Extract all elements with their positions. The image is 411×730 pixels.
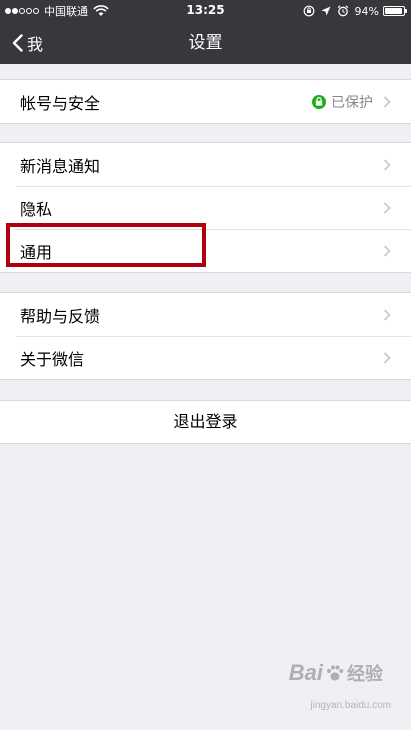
paw-icon [327,665,344,681]
watermark-url: jingyan.baidu.com [310,700,391,711]
chevron-right-icon [383,201,391,214]
alarm-clock-icon [337,5,348,17]
status-bar-right: 94% [303,3,407,19]
settings-item-label: 关于微信 [20,349,85,369]
settings-group-help: 帮助与反馈 关于微信 [0,292,411,380]
settings-item-account-security[interactable]: 帐号与安全 已保护 [0,80,411,123]
battery-fill [385,8,402,14]
rotation-lock-icon [303,5,314,17]
settings-item-notifications[interactable]: 新消息通知 [0,143,411,186]
highlight-box [6,223,206,267]
account-protection-status: 已保护 [312,80,373,123]
watermark-suffix: 经验 [347,664,383,684]
battery-icon [383,6,407,16]
navigation-bar: 我 设置 [0,22,411,64]
settings-item-help-feedback[interactable]: 帮助与反馈 [0,293,411,336]
chevron-right-icon [383,351,391,364]
logout-button[interactable]: 退出登录 [0,400,411,444]
lock-icon [312,94,326,109]
battery-percent: 94% [354,4,379,18]
chevron-right-icon [383,308,391,321]
protection-status-text: 已保护 [331,94,373,111]
watermark-brand: Bai [288,660,323,685]
chevron-right-icon [383,158,391,171]
status-bar: 中国联通 13:25 94% [0,0,411,22]
page-title: 设置 [188,33,223,53]
settings-item-about[interactable]: 关于微信 [0,336,411,379]
location-arrow-icon [321,6,331,16]
chevron-right-icon [383,244,391,257]
settings-group-account: 帐号与安全 已保护 [0,79,411,124]
settings-item-label: 帐号与安全 [20,93,101,113]
settings-item-label: 帮助与反馈 [20,306,101,326]
settings-item-label: 隐私 [20,199,53,219]
chevron-right-icon [383,95,391,108]
settings-item-label: 新消息通知 [20,156,101,176]
watermark: Bai 经验 [289,660,383,686]
